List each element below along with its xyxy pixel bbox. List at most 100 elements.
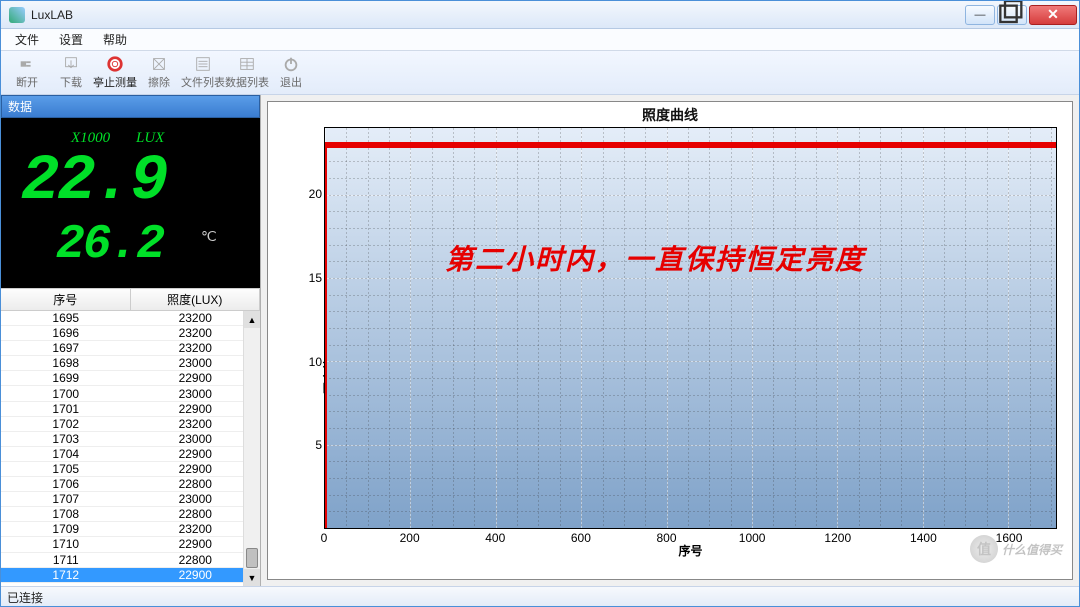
table-row[interactable]: 170622800 xyxy=(1,477,260,492)
table-rows[interactable]: 1695232001696232001697232001698230001699… xyxy=(1,311,260,586)
app-window: LuxLAB — ✕ 文件 设置 帮助 断开 下载 亭止测量 擦除 xyxy=(0,0,1080,607)
x-tick: 400 xyxy=(485,531,505,545)
cell-index: 1696 xyxy=(1,326,131,340)
download-button[interactable]: 下载 xyxy=(49,53,93,93)
col-lux-header[interactable]: 照度(LUX) xyxy=(131,289,261,310)
y-tick: 10 xyxy=(309,355,322,369)
chart-panel: 照度曲线 照度值(LUX) (10^3) 5101520 第二小时内，一直保持恒… xyxy=(261,95,1079,586)
chart-series-rise xyxy=(325,145,327,528)
cell-lux: 22800 xyxy=(131,477,261,491)
table-row[interactable]: 171022900 xyxy=(1,537,260,552)
table-row[interactable]: 170723000 xyxy=(1,492,260,507)
table-row[interactable]: 170223200 xyxy=(1,417,260,432)
cell-lux: 22900 xyxy=(131,462,261,476)
cell-lux: 22900 xyxy=(131,402,261,416)
power-icon xyxy=(281,55,301,73)
cell-index: 1697 xyxy=(1,341,131,355)
lcd-multiplier: X1000 xyxy=(71,130,110,147)
table-header: 序号 照度(LUX) xyxy=(1,288,260,311)
x-tick: 0 xyxy=(321,531,328,545)
col-index-header[interactable]: 序号 xyxy=(1,289,131,310)
cell-lux: 22900 xyxy=(131,447,261,461)
table-row[interactable]: 171222900 xyxy=(1,568,260,583)
x-axis: 序号 02004006008001000120014001600 xyxy=(324,529,1057,559)
disconnect-button[interactable]: 断开 xyxy=(5,53,49,93)
status-bar: 已连接 xyxy=(1,586,1079,606)
cell-index: 1704 xyxy=(1,447,131,461)
scroll-thumb[interactable] xyxy=(246,548,258,568)
lcd-value-temp: 26.2 xyxy=(56,218,163,272)
left-panel: 数据 X1000 LUX 22.9 26.2 ℃ 序号 照度(LUX) 1695… xyxy=(1,95,261,586)
cell-index: 1708 xyxy=(1,507,131,521)
download-icon xyxy=(61,55,81,73)
table-row[interactable]: 169623200 xyxy=(1,326,260,341)
scroll-up-arrow-icon[interactable]: ▲ xyxy=(244,311,260,328)
cell-lux: 22800 xyxy=(131,507,261,521)
maximize-button[interactable] xyxy=(997,5,1027,25)
minimize-button[interactable]: — xyxy=(965,5,995,25)
plug-icon xyxy=(17,55,37,73)
table-row[interactable]: 169922900 xyxy=(1,371,260,386)
cell-lux: 23200 xyxy=(131,522,261,536)
cell-index: 1700 xyxy=(1,387,131,401)
cell-index: 1706 xyxy=(1,477,131,491)
cell-lux: 23200 xyxy=(131,417,261,431)
table-row[interactable]: 169523200 xyxy=(1,311,260,326)
cell-lux: 22900 xyxy=(131,568,261,582)
cell-lux: 22900 xyxy=(131,371,261,385)
data-list-button[interactable]: 数据列表 xyxy=(225,53,269,93)
watermark-badge-icon: 值 xyxy=(970,535,998,563)
cell-lux: 23000 xyxy=(131,356,261,370)
cell-index: 1702 xyxy=(1,417,131,431)
menu-settings[interactable]: 设置 xyxy=(49,29,93,50)
y-tick: 20 xyxy=(309,187,322,201)
table-row[interactable]: 170122900 xyxy=(1,402,260,417)
lcd-value-lux: 22.9 xyxy=(21,146,167,218)
chart-title: 照度曲线 xyxy=(268,105,1072,125)
chart-grid xyxy=(325,128,1056,528)
lcd-unit-lux: LUX xyxy=(136,130,164,147)
menu-file[interactable]: 文件 xyxy=(5,29,49,50)
erase-icon xyxy=(149,55,169,73)
table-row[interactable]: 170923200 xyxy=(1,522,260,537)
table-row[interactable]: 170422900 xyxy=(1,447,260,462)
y-tick: 5 xyxy=(315,438,322,452)
list-icon xyxy=(193,55,213,73)
scroll-down-arrow-icon[interactable]: ▼ xyxy=(244,569,260,586)
cell-index: 1710 xyxy=(1,537,131,551)
x-tick: 800 xyxy=(657,531,677,545)
titlebar: LuxLAB — ✕ xyxy=(1,1,1079,29)
cell-index: 1709 xyxy=(1,522,131,536)
erase-button[interactable]: 擦除 xyxy=(137,53,181,93)
toolbar: 断开 下载 亭止测量 擦除 文件列表 数据列表 退出 xyxy=(1,51,1079,95)
table-row[interactable]: 170023000 xyxy=(1,386,260,401)
chart-annotation: 第二小时内，一直保持恒定亮度 xyxy=(445,238,865,278)
file-list-button[interactable]: 文件列表 xyxy=(181,53,225,93)
cell-lux: 23000 xyxy=(131,387,261,401)
menu-help[interactable]: 帮助 xyxy=(93,29,137,50)
table-row[interactable]: 171122800 xyxy=(1,553,260,568)
x-tick: 200 xyxy=(400,531,420,545)
watermark-text: 什么值得买 xyxy=(1002,541,1062,558)
x-tick: 1200 xyxy=(824,531,851,545)
exit-button[interactable]: 退出 xyxy=(269,53,313,93)
table-row[interactable]: 169723200 xyxy=(1,341,260,356)
app-logo-icon xyxy=(9,7,25,23)
table-row[interactable]: 170822800 xyxy=(1,507,260,522)
x-tick: 1000 xyxy=(739,531,766,545)
table-row[interactable]: 170323000 xyxy=(1,432,260,447)
table-row[interactable]: 169823000 xyxy=(1,356,260,371)
watermark: 值 什么值得买 xyxy=(970,535,1062,563)
close-button[interactable]: ✕ xyxy=(1029,5,1077,25)
stop-measure-button[interactable]: 亭止测量 xyxy=(93,53,137,93)
table-scrollbar[interactable]: ▲ ▼ xyxy=(243,311,260,586)
cell-index: 1695 xyxy=(1,311,131,325)
cell-index: 1707 xyxy=(1,492,131,506)
cell-lux: 23200 xyxy=(131,311,261,325)
chart-series-line xyxy=(325,142,1056,148)
plot-area[interactable]: 第二小时内，一直保持恒定亮度 xyxy=(324,127,1057,529)
table-row[interactable]: 170522900 xyxy=(1,462,260,477)
lcd-unit-temp: ℃ xyxy=(201,228,217,245)
status-connected: 已连接 xyxy=(7,591,43,605)
panel-title: 数据 xyxy=(1,95,260,118)
